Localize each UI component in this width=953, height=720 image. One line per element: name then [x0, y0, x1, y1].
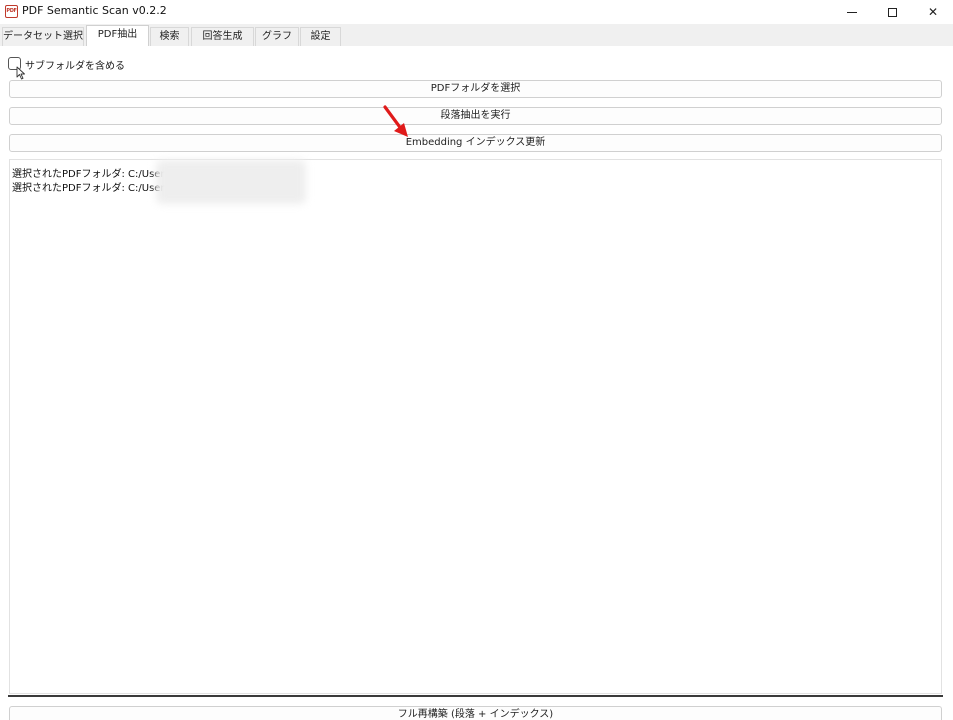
select-pdf-folder-button[interactable]: PDFフォルダを選択: [9, 80, 942, 98]
maximize-button[interactable]: [872, 0, 912, 24]
tab-settings[interactable]: 設定: [300, 27, 341, 46]
close-icon: ✕: [927, 5, 939, 19]
minimize-icon: [847, 11, 857, 13]
minimize-button[interactable]: [832, 0, 872, 24]
panel-separator: [8, 695, 943, 697]
tab-dataset-select[interactable]: データセット選択: [2, 27, 84, 46]
app-icon: PDF: [5, 5, 18, 18]
run-paragraph-extraction-button[interactable]: 段落抽出を実行: [9, 107, 942, 125]
redacted-path-blur: [156, 160, 306, 204]
tab-pdf-extract[interactable]: PDF抽出: [86, 25, 149, 46]
log-line: 選択されたPDFフォルダ: C:/Users/: [12, 183, 174, 194]
tab-answer-generation[interactable]: 回答生成: [191, 27, 254, 46]
mouse-cursor-icon: [16, 66, 25, 80]
include-subfolders-label[interactable]: サブフォルダを含める: [25, 57, 125, 72]
title-bar: PDF PDF Semantic Scan v0.2.2 ✕: [0, 0, 953, 24]
red-arrow-annotation-icon: [383, 105, 408, 137]
window-title: PDF Semantic Scan v0.2.2: [22, 4, 167, 17]
log-output-area[interactable]: 選択されたPDFフォルダ: C:/Users/ 選択されたPDFフォルダ: C:…: [9, 159, 942, 694]
close-button[interactable]: ✕: [913, 0, 953, 24]
maximize-icon: [887, 7, 897, 17]
tab-search[interactable]: 検索: [150, 27, 189, 46]
tab-bar: データセット選択 PDF抽出 検索 回答生成 グラフ 設定: [0, 25, 953, 46]
update-embedding-index-button[interactable]: Embedding インデックス更新: [9, 134, 942, 152]
log-line: 選択されたPDFフォルダ: C:/Users/: [12, 169, 174, 180]
full-rebuild-button[interactable]: フル再構築 (段落 + インデックス): [9, 706, 942, 720]
tab-graph[interactable]: グラフ: [255, 27, 299, 46]
